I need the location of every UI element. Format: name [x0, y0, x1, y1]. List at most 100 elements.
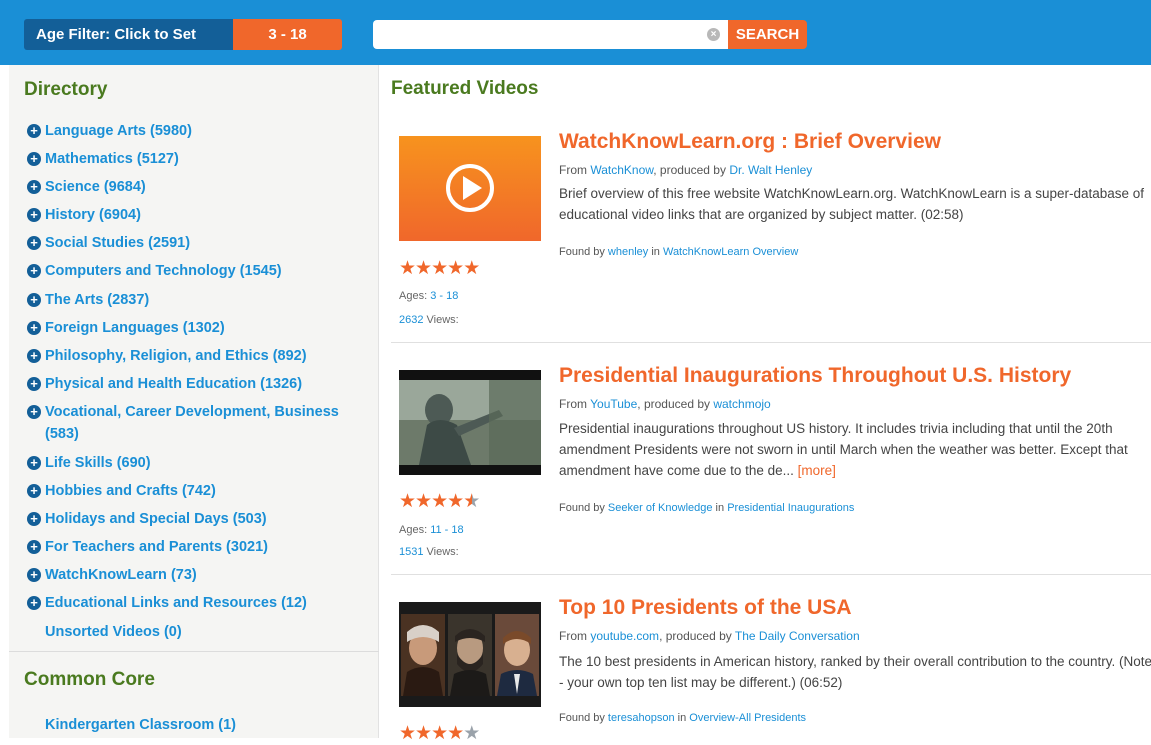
directory-item[interactable]: + The Arts (2837): [27, 292, 365, 320]
directory-item[interactable]: + History (6904): [27, 207, 365, 235]
plus-circle-icon[interactable]: +: [27, 512, 41, 527]
featured-videos-title: Featured Videos: [391, 78, 539, 99]
producer-link[interactable]: The Daily Conversation: [735, 629, 860, 643]
video-thumbnail[interactable]: [399, 136, 541, 241]
video-description: Brief overview of this free website Watc…: [559, 183, 1151, 225]
more-link[interactable]: [more]: [798, 463, 836, 478]
description-line: The 10 best presidents in American histo…: [559, 654, 1151, 669]
directory-item[interactable]: + For Teachers and Parents (3021): [27, 539, 365, 567]
star-icon: ★: [447, 723, 464, 744]
video-title[interactable]: WatchKnowLearn.org : Brief Overview: [559, 130, 941, 154]
directory-item[interactable]: + Holidays and Special Days (503): [27, 511, 365, 539]
plus-circle-icon[interactable]: +: [27, 292, 41, 307]
plus-circle-icon[interactable]: +: [27, 568, 41, 583]
directory-item[interactable]: + Life Skills (690): [27, 455, 365, 483]
directory-item[interactable]: + WatchKnowLearn (73): [27, 567, 365, 595]
directory-item-label: Philosophy, Religion, and Ethics (892): [45, 347, 307, 364]
age-filter-button[interactable]: Age Filter: Click to Set 3 - 18: [24, 19, 342, 50]
plus-circle-icon[interactable]: +: [27, 404, 41, 419]
ages-prefix: Ages:: [399, 290, 431, 302]
video-title[interactable]: Top 10 Presidents of the USA: [559, 596, 852, 620]
directory-item-label: Science (9684): [45, 179, 146, 196]
video-title[interactable]: Presidential Inaugurations Throughout U.…: [559, 364, 1071, 388]
directory-item-label: Foreign Languages (1302): [45, 319, 225, 336]
views-suffix: Views:: [423, 314, 459, 326]
directory-item[interactable]: + Educational Links and Resources (12): [27, 595, 365, 623]
plus-circle-icon[interactable]: +: [27, 208, 41, 223]
found-prefix: Found by: [559, 246, 608, 258]
found-by-link[interactable]: Seeker of Knowledge: [608, 502, 713, 514]
video-thumbnail[interactable]: [399, 370, 541, 475]
directory-item[interactable]: + Language Arts (5980): [27, 123, 365, 151]
description-line: - your own top ten list may be different…: [559, 675, 843, 690]
search-button[interactable]: SEARCH: [728, 20, 807, 49]
found-in-prefix: in: [674, 712, 690, 724]
star-icon: ★: [431, 258, 448, 279]
directory-item[interactable]: + Philosophy, Religion, and Ethics (892): [27, 348, 365, 376]
producer-link[interactable]: watchmojo: [713, 397, 770, 411]
ages-link[interactable]: 3 - 18: [430, 290, 458, 302]
presidents-thumbnail-image: [399, 602, 541, 707]
plus-circle-icon[interactable]: +: [27, 376, 41, 391]
source-link[interactable]: WatchKnow: [590, 163, 653, 177]
video-source-line: From WatchKnow, produced by Dr. Walt Hen…: [559, 163, 812, 177]
found-in-link[interactable]: Overview-All Presidents: [689, 712, 806, 724]
found-by-link[interactable]: whenley: [608, 246, 648, 258]
video-description: Presidential inaugurations throughout US…: [559, 418, 1151, 481]
source-link[interactable]: youtube.com: [590, 629, 659, 643]
plus-circle-icon[interactable]: +: [27, 152, 41, 167]
directory-item[interactable]: + Vocational, Career Development, Busines…: [27, 404, 365, 455]
directory-title: Directory: [24, 79, 108, 100]
directory-item-label: Holidays and Special Days (503): [45, 511, 267, 528]
video-thumbnail[interactable]: [399, 602, 541, 707]
star-half-icon: ★: [463, 491, 480, 512]
play-circle-icon: [446, 164, 494, 212]
directory-item[interactable]: + Foreign Languages (1302): [27, 320, 365, 348]
directory-item[interactable]: + Computers and Technology (1545): [27, 263, 365, 291]
plus-circle-icon[interactable]: +: [27, 455, 41, 470]
plus-circle-icon[interactable]: +: [27, 596, 41, 611]
description-line-3: amendment have come due to the de... [mo…: [559, 460, 1151, 481]
directory-item[interactable]: Unsorted Videos (0): [27, 624, 365, 652]
directory-item-label: Physical and Health Education (1326): [45, 375, 303, 392]
plus-circle-icon[interactable]: +: [27, 484, 41, 499]
directory-item[interactable]: + Social Studies (2591): [27, 235, 365, 263]
plus-circle-icon[interactable]: +: [27, 180, 41, 195]
source-link[interactable]: YouTube: [590, 397, 637, 411]
description-line: educational video links that are organiz…: [559, 207, 964, 222]
directory-item-label: Hobbies and Crafts (742): [45, 483, 216, 500]
ages-link[interactable]: 11 - 18: [430, 524, 463, 536]
clear-x-icon[interactable]: ×: [707, 28, 720, 41]
plus-circle-icon[interactable]: +: [27, 540, 41, 555]
plus-circle-icon[interactable]: +: [27, 264, 41, 279]
plus-circle-icon[interactable]: +: [27, 124, 41, 138]
search-input[interactable]: [373, 20, 728, 49]
from-prefix: From: [559, 629, 591, 643]
star-icon: ★: [431, 723, 448, 744]
plus-circle-icon[interactable]: +: [27, 236, 41, 251]
found-by-link[interactable]: teresahopson: [608, 712, 675, 724]
sidebar: Directory + Language Arts (5980) + Mathema…: [9, 65, 379, 738]
directory-item-label: Educational Links and Resources (12): [45, 595, 307, 612]
produced-by-prefix: , produced by: [653, 163, 730, 177]
directory-item-label: WatchKnowLearn (73): [45, 567, 197, 584]
star-rating: ★★★★★: [399, 257, 480, 280]
found-in-link[interactable]: WatchKnowLearn Overview: [663, 246, 798, 258]
plus-circle-icon[interactable]: +: [27, 320, 41, 335]
plus-circle-icon[interactable]: +: [27, 348, 41, 363]
directory-item[interactable]: + Hobbies and Crafts (742): [27, 483, 365, 511]
description-line: Brief overview of this free website Watc…: [559, 186, 1145, 201]
producer-link[interactable]: Dr. Walt Henley: [729, 163, 812, 177]
found-by-line: Found by teresahopson in Overview-All Pr…: [559, 712, 806, 724]
directory-item[interactable]: + Science (9684): [27, 179, 365, 207]
directory-item[interactable]: + Mathematics (5127): [27, 151, 365, 179]
found-in-link[interactable]: Presidential Inaugurations: [727, 502, 854, 514]
star-empty-icon: ★: [463, 723, 480, 744]
views-count[interactable]: 1531: [399, 546, 423, 558]
description-line: amendment Presidents were not sworn in u…: [559, 442, 1128, 457]
views-count[interactable]: 2632: [399, 314, 423, 326]
directory-list: + Language Arts (5980) + Mathematics (5127…: [27, 123, 365, 652]
common-core-item[interactable]: Kindergarten Classroom (1): [45, 717, 236, 733]
directory-item[interactable]: + Physical and Health Education (1326): [27, 376, 365, 404]
video-card: WatchKnowLearn.org : Brief Overview From…: [391, 130, 1151, 342]
